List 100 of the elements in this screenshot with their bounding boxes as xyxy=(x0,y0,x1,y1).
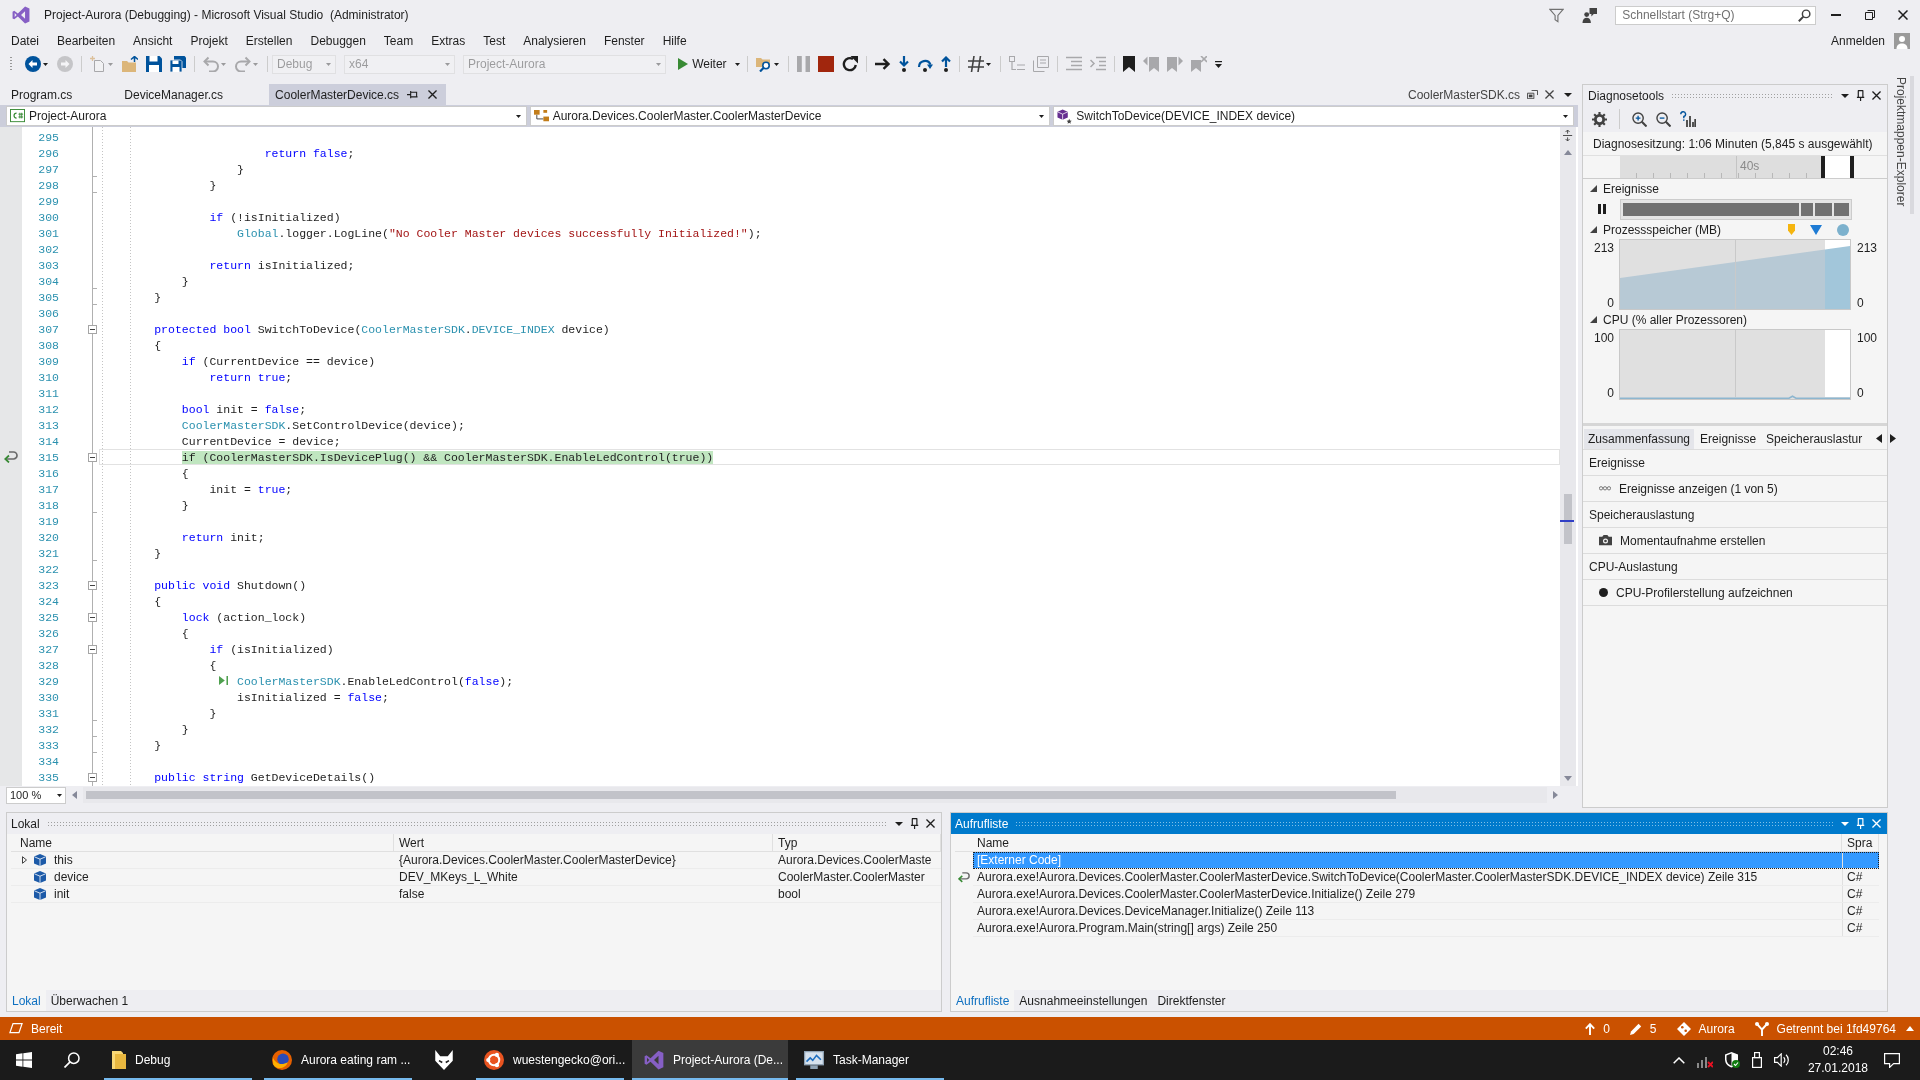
branch-icon[interactable] xyxy=(1754,1021,1769,1036)
menu-item[interactable]: Analysieren xyxy=(514,34,595,48)
taskbar-button[interactable]: Task-Manager xyxy=(792,1040,948,1080)
panel-tab[interactable]: Speicherauslastur xyxy=(1762,428,1867,449)
zoom-dropdown[interactable]: 100 % xyxy=(6,786,66,804)
collapse-triangle-icon[interactable] xyxy=(1590,226,1597,233)
preview-tab[interactable]: CoolerMasterSDK.cs xyxy=(1401,84,1558,105)
panel-tab[interactable]: Zusammenfassung xyxy=(1584,428,1695,449)
taskbar-button[interactable]: Aurora eating ram ... xyxy=(260,1040,416,1080)
close-icon[interactable] xyxy=(926,819,935,828)
shield-icon[interactable] xyxy=(1724,1052,1740,1068)
pin-icon[interactable] xyxy=(407,89,419,100)
clock[interactable]: 02:46 27.01.2018 xyxy=(1807,1043,1868,1077)
pin-icon[interactable] xyxy=(1855,90,1865,101)
document-tab[interactable]: CoolerMasterDevice.cs xyxy=(269,84,447,105)
taskbar-button[interactable]: Project-Aurora (De... xyxy=(632,1040,788,1080)
sign-in-link[interactable]: Anmelden xyxy=(1830,34,1885,48)
panel-tab[interactable]: Ausnahmeeinstellungen xyxy=(1014,990,1153,1011)
diamond-icon[interactable] xyxy=(1676,1021,1691,1036)
branch-name[interactable]: Getrennt bei 1fd49764 xyxy=(1776,1021,1896,1036)
menu-item[interactable]: Ansicht xyxy=(124,34,182,48)
arrow-up-icon[interactable] xyxy=(1585,1022,1596,1035)
document-tab[interactable]: DeviceManager.cs xyxy=(118,84,270,105)
step-out-icon[interactable] xyxy=(940,56,951,72)
search-icon[interactable] xyxy=(1798,8,1812,22)
caret-icon[interactable] xyxy=(734,62,740,66)
volume-icon[interactable] xyxy=(1773,1053,1790,1067)
horizontal-scrollbar[interactable] xyxy=(83,787,1547,803)
filter-icon[interactable] xyxy=(1549,7,1565,23)
back-icon[interactable] xyxy=(25,56,41,72)
save-all-icon[interactable] xyxy=(170,56,186,72)
notification-icon[interactable] xyxy=(1884,1052,1900,1068)
menu-item[interactable]: Hilfe xyxy=(653,34,696,48)
panel-tab[interactable]: Ereignisse xyxy=(1696,428,1761,449)
scrollbar-thumb[interactable] xyxy=(86,791,1396,799)
repository-name[interactable]: Aurora xyxy=(1698,1021,1735,1036)
collapse-icon[interactable] xyxy=(88,580,97,590)
scrollbar-thumb[interactable] xyxy=(1564,494,1572,544)
search-icon[interactable] xyxy=(64,1052,80,1068)
scroll-up-icon[interactable] xyxy=(1564,150,1572,155)
caret-icon[interactable] xyxy=(773,62,779,66)
save-icon[interactable] xyxy=(146,56,162,72)
change-count[interactable]: 5 xyxy=(1649,1021,1657,1036)
menu-item[interactable]: Erstellen xyxy=(236,34,302,48)
bookmark-icon[interactable] xyxy=(1122,56,1135,72)
collapse-icon[interactable] xyxy=(88,644,97,654)
stack-frame-row[interactable]: Aurora.exe!Aurora.Devices.DeviceManager.Initialize() Zeile 113 C# xyxy=(973,903,1879,920)
stop-icon[interactable] xyxy=(817,56,834,72)
stack-frame-row[interactable]: Aurora.exe!Aurora.Devices.CoolerMaster.CoolerMasterDevice.SwitchToDevice(CoolerMaster.CoolerMasterSDK.DEVICE_INDEX device) Zeile 315 C# xyxy=(973,869,1879,886)
collapse-icon[interactable] xyxy=(88,612,97,622)
chevron-up-icon[interactable] xyxy=(1672,1056,1685,1064)
collapse-icon[interactable] xyxy=(88,324,97,334)
taskbar-button[interactable]: wuestengecko@ori... xyxy=(472,1040,628,1080)
folder-arrow-icon[interactable] xyxy=(122,56,138,72)
hash-icon[interactable] xyxy=(967,56,984,72)
type-dropdown[interactable]: Aurora.Devices.CoolerMaster.CoolerMasterDevice xyxy=(529,106,1051,126)
collapse-icon[interactable] xyxy=(88,772,97,782)
scroll-down-icon[interactable] xyxy=(1564,776,1572,781)
member-dropdown[interactable]: SwitchToDevice(DEVICE_INDEX device) xyxy=(1053,106,1574,126)
panel-menu-icon[interactable] xyxy=(894,821,903,826)
panel-tab[interactable]: Direktfenster xyxy=(1152,990,1231,1011)
pencil-icon[interactable] xyxy=(1629,1022,1642,1035)
stack-frame-row[interactable]: Aurora.exe!Aurora.Devices.CoolerMaster.CoolerMasterDevice.Initialize() Zeile 279 C# xyxy=(973,886,1879,903)
side-panel-tab[interactable]: Projektmappen-Explorer xyxy=(1894,76,1914,215)
zoom-in-icon[interactable] xyxy=(1632,111,1647,127)
split-handle-icon[interactable] xyxy=(1563,130,1573,141)
settings-icon[interactable] xyxy=(1592,111,1607,127)
caret-up-icon[interactable] xyxy=(1906,1026,1914,1031)
close-icon[interactable] xyxy=(1545,90,1554,99)
menu-item[interactable]: Team xyxy=(374,34,423,48)
caret-icon[interactable] xyxy=(43,62,48,66)
panel-tab[interactable]: Aufrufliste xyxy=(951,990,1015,1011)
tab-list-icon[interactable] xyxy=(1564,92,1572,97)
collapse-triangle-icon[interactable] xyxy=(1590,185,1597,192)
taskbar-button[interactable]: Debug xyxy=(100,1040,256,1080)
account-icon[interactable] xyxy=(1894,33,1910,49)
project-dropdown[interactable]: Project-Aurora xyxy=(6,106,527,126)
toolbar-overflow-icon[interactable] xyxy=(1214,60,1222,68)
menu-item[interactable]: Projekt xyxy=(181,34,237,48)
zoom-out-icon[interactable] xyxy=(1656,111,1671,127)
usb-drive-icon[interactable] xyxy=(1751,1052,1762,1068)
step-into-icon[interactable] xyxy=(898,56,909,72)
close-icon[interactable] xyxy=(1872,91,1881,100)
panel-menu-icon[interactable] xyxy=(1840,93,1849,98)
window-corner-icon[interactable] xyxy=(1527,89,1538,100)
menu-item[interactable]: Test xyxy=(474,34,515,48)
close-icon[interactable] xyxy=(428,90,438,99)
menu-item[interactable]: Fenster xyxy=(594,34,654,48)
menu-item[interactable]: Datei xyxy=(2,34,48,48)
panel-tab[interactable]: Überwachen 1 xyxy=(45,990,134,1011)
range-handle[interactable] xyxy=(1821,156,1825,178)
scroll-left-icon[interactable] xyxy=(1876,434,1883,443)
quick-launch-field[interactable]: Schnellstart (Strg+Q) xyxy=(1615,5,1817,25)
scroll-right-icon[interactable] xyxy=(1890,434,1897,443)
menu-item[interactable]: Extras xyxy=(422,34,475,48)
commit-count[interactable]: 0 xyxy=(1603,1021,1610,1036)
stack-frame-row[interactable]: Aurora.exe!Aurora.Program.Main(string[] args) Zeile 250 C# xyxy=(973,920,1879,937)
vertical-scrollbar[interactable] xyxy=(1560,127,1576,786)
pause-icon[interactable] xyxy=(1597,204,1606,214)
snapshot-link[interactable]: Momentaufnahme erstellen xyxy=(1620,533,1766,548)
